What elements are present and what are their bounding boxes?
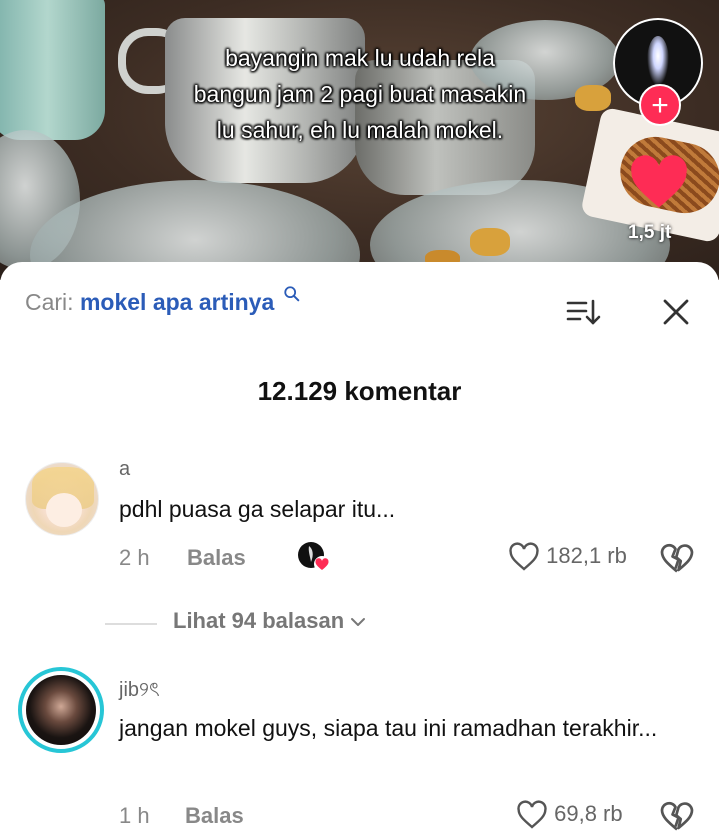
avatar-face (46, 493, 82, 527)
reply-button[interactable]: Balas (187, 545, 246, 571)
caption-line: bayangin mak lu udah rela (225, 45, 495, 71)
sort-icon[interactable] (566, 296, 602, 328)
comment-text: jangan mokel guys, siapa tau ini ramadha… (119, 715, 658, 741)
like-count: 182,1 rb (546, 542, 627, 568)
close-icon[interactable] (660, 296, 692, 328)
search-icon (284, 286, 299, 302)
reply-button[interactable]: Balas (185, 803, 244, 829)
avatar[interactable] (25, 462, 99, 536)
search-term-link[interactable]: mokel apa artinya (80, 289, 274, 315)
food-piece (470, 228, 510, 256)
avatar[interactable] (18, 667, 104, 753)
comment-time: 1 h (119, 803, 150, 828)
dislike-icon[interactable] (659, 798, 695, 834)
heart-outline-icon (509, 542, 539, 571)
video-background[interactable]: bayangin mak lu udah rela bangun jam 2 p… (0, 0, 719, 280)
divider (105, 623, 157, 625)
heart-icon[interactable] (629, 155, 689, 210)
video-like-count: 1,5 jt (628, 222, 672, 243)
comment-count-title: 12.129 komentar (257, 376, 462, 406)
view-replies-label: Lihat 94 balasan (173, 608, 366, 634)
video-caption: bayangin mak lu udah rela bangun jam 2 p… (140, 40, 580, 148)
comment-username[interactable]: a (119, 458, 130, 481)
chevron-down-icon (351, 618, 366, 627)
follow-button[interactable]: + (639, 84, 681, 126)
creator-liked-icon (298, 542, 330, 572)
bucket-image (0, 0, 105, 140)
caption-line: lu sahur, eh lu malah mokel. (216, 117, 504, 143)
search-suggestion[interactable]: Cari: mokel apa artinya (25, 286, 301, 316)
view-replies-text: Lihat 94 balasan (173, 608, 345, 633)
caption-line: bangun jam 2 pagi buat masakin (193, 81, 527, 107)
avatar-photo (26, 675, 96, 745)
like-count: 69,8 rb (554, 800, 623, 826)
like-button[interactable]: 182,1 rb (508, 542, 627, 576)
dislike-icon[interactable] (659, 540, 695, 576)
comment-sheet: Cari: mokel apa artinya 12.129 komentar … (0, 262, 719, 832)
like-button[interactable]: 69,8 rb (516, 800, 623, 834)
comment-time: 2 h (119, 545, 150, 570)
search-prefix: Cari: (25, 289, 74, 315)
comment-text: pdhl puasa ga selapar itu... (119, 496, 396, 522)
comment-username[interactable]: jib୨ৎ (119, 675, 160, 708)
heart-outline-icon (517, 800, 547, 829)
avatar-graphic (647, 36, 669, 86)
food-piece (575, 85, 611, 111)
